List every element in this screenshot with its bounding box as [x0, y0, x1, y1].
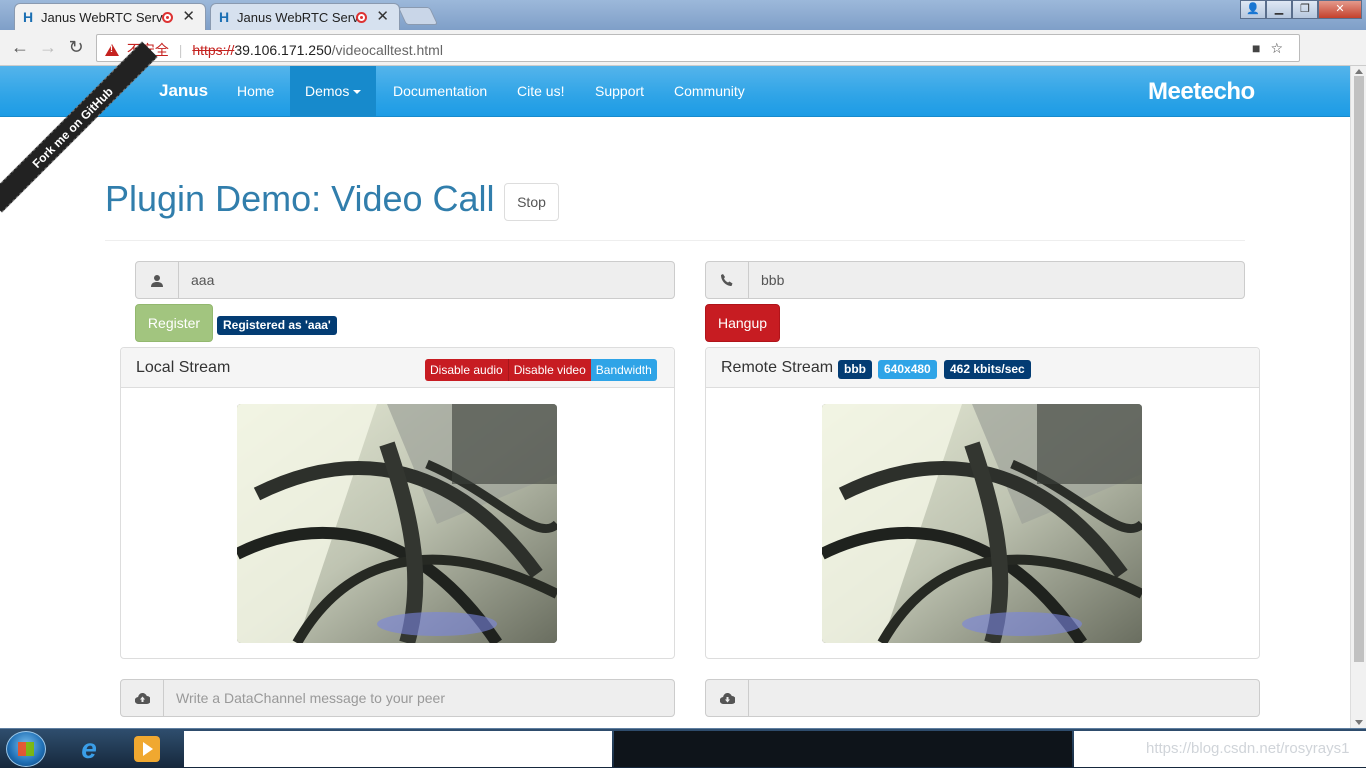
username-input[interactable]: aaa — [179, 262, 674, 298]
window-close-icon[interactable]: ✕ — [1318, 0, 1362, 19]
nav-item-demos-label: Demos — [305, 83, 350, 99]
internet-explorer-icon[interactable]: e — [72, 733, 106, 765]
user-profile-icon[interactable]: 👤 — [1240, 0, 1266, 19]
browser-tab-bar: H Janus WebRTC Serv ✕ H Janus WebRTC Ser… — [0, 0, 1366, 30]
tab-title: Janus WebRTC Serv — [237, 10, 359, 25]
address-bar-icons: ■☆ — [1252, 40, 1293, 57]
disable-video-button[interactable]: Disable video — [507, 359, 591, 381]
remote-peer-badge: bbb — [838, 360, 872, 379]
remote-stream-panel: Remote Stream bbb 640x480 462 kbits/sec — [705, 347, 1260, 659]
resolution-badge: 640x480 — [878, 360, 937, 379]
tab-title: Janus WebRTC Serv — [41, 10, 163, 25]
recording-icon — [162, 12, 173, 23]
phone-icon — [706, 262, 749, 298]
forward-arrow-icon[interactable]: → — [38, 37, 58, 58]
janus-favicon-icon: H — [23, 9, 34, 25]
scrollbar-thumb[interactable] — [1354, 76, 1364, 662]
media-player-icon[interactable] — [134, 736, 160, 762]
url-scheme: https:// — [192, 42, 235, 58]
local-stream-title: Local Stream — [136, 359, 231, 376]
back-arrow-icon[interactable]: ← — [10, 37, 30, 58]
remote-stream-title: Remote Stream — [721, 359, 834, 376]
local-stream-panel: Local Stream Disable audio Disable video… — [120, 347, 675, 659]
address-separator: | — [178, 42, 183, 58]
register-button[interactable]: Register — [135, 304, 213, 342]
bookmark-star-icon[interactable]: ☆ — [1270, 40, 1293, 56]
navbar-brand[interactable]: Janus — [159, 81, 208, 101]
close-tab-icon[interactable]: ✕ — [376, 7, 389, 25]
disable-audio-button[interactable]: Disable audio — [425, 359, 508, 381]
nav-item-demos[interactable]: Demos — [290, 66, 377, 116]
url-path: /videocalltest.html — [331, 42, 443, 58]
restore-icon[interactable]: ❐ — [1292, 0, 1318, 19]
cloud-upload-icon — [121, 680, 164, 716]
stop-button[interactable]: Stop — [504, 183, 559, 221]
taskbar-window-1[interactable] — [184, 731, 612, 767]
camera-icon[interactable]: ■ — [1252, 40, 1270, 56]
datachannel-input[interactable]: Write a DataChannel message to your peer — [164, 680, 674, 716]
nav-item-documentation[interactable]: Documentation — [378, 66, 502, 116]
local-datachannel-group: Write a DataChannel message to your peer — [120, 679, 675, 717]
browser-toolbar: ← → ↻ 不安全 | https://39.106.171.250/video… — [0, 30, 1366, 87]
window-controls: 👤 ▁ ❐ ✕ — [1240, 0, 1362, 19]
datachannel-remote-output — [749, 680, 1259, 716]
browser-tab-1[interactable]: H Janus WebRTC Serv ✕ — [14, 3, 206, 30]
minimize-icon[interactable]: ▁ — [1266, 0, 1292, 19]
bandwidth-button[interactable]: Bandwidth — [590, 359, 657, 381]
cloud-download-icon — [706, 680, 749, 716]
new-tab-button[interactable] — [397, 7, 439, 25]
remote-stream-heading: Remote Stream bbb 640x480 462 kbits/sec — [706, 348, 1259, 388]
hangup-button[interactable]: Hangup — [705, 304, 780, 342]
peer-input[interactable]: bbb — [749, 262, 1244, 298]
start-button-icon[interactable] — [6, 731, 46, 767]
site-navbar: Janus Home Demos Documentation Cite us! … — [0, 66, 1350, 117]
recording-icon — [356, 12, 367, 23]
janus-favicon-icon: H — [219, 9, 230, 25]
local-stream-controls: Disable audio Disable video Bandwidth — [425, 359, 657, 381]
page-title: Plugin Demo: Video Call — [105, 178, 495, 219]
nav-item-community[interactable]: Community — [659, 66, 760, 116]
local-stream-heading: Local Stream Disable audio Disable video… — [121, 348, 674, 388]
close-tab-icon[interactable]: ✕ — [182, 7, 195, 25]
nav-item-support[interactable]: Support — [580, 66, 659, 116]
meetecho-logo[interactable]: Meetecho — [1148, 78, 1255, 106]
watermark-text: https://blog.csdn.net/rosyrays1 — [1146, 740, 1350, 757]
remote-datachannel-group — [705, 679, 1260, 717]
taskbar-window-2[interactable] — [614, 731, 1072, 767]
browser-tab-2[interactable]: H Janus WebRTC Serv ✕ — [210, 3, 400, 30]
page-scrollbar[interactable] — [1350, 66, 1366, 728]
scroll-up-icon[interactable] — [1355, 69, 1363, 74]
scroll-down-icon[interactable] — [1355, 720, 1363, 725]
header-divider — [105, 240, 1245, 241]
user-icon — [136, 262, 179, 298]
reload-icon[interactable]: ↻ — [66, 37, 86, 58]
warning-icon — [105, 44, 119, 56]
bitrate-badge: 462 kbits/sec — [944, 360, 1031, 379]
nav-item-home[interactable]: Home — [222, 66, 289, 116]
caret-down-icon — [353, 90, 362, 95]
peer-input-group: bbb — [705, 261, 1245, 299]
registered-badge: Registered as 'aaa' — [217, 316, 337, 335]
local-video — [237, 404, 557, 643]
nav-item-cite[interactable]: Cite us! — [502, 66, 579, 116]
address-bar[interactable]: 不安全 | https://39.106.171.250/videocallte… — [96, 34, 1300, 62]
username-input-group: aaa — [135, 261, 675, 299]
remote-video — [822, 404, 1142, 643]
url-host: 39.106.171.250 — [234, 42, 332, 58]
